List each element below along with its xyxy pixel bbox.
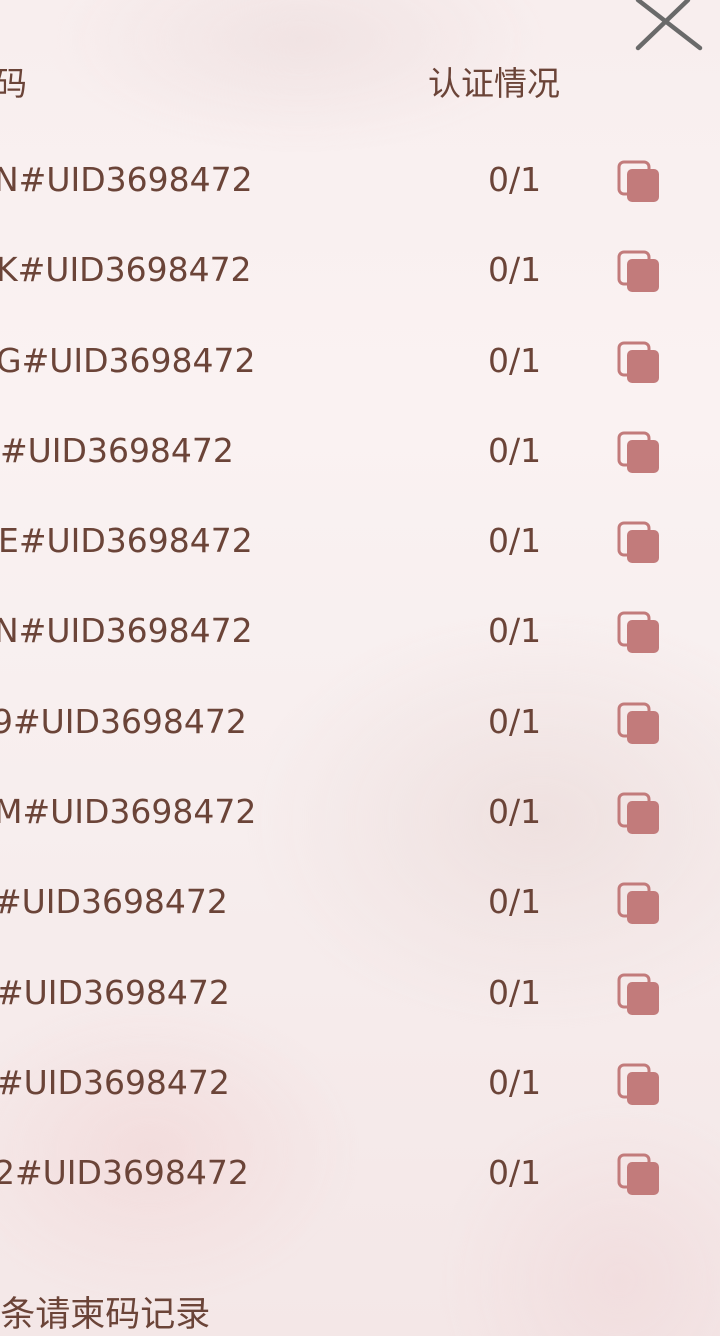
- invitation-code: M#UID3698472: [0, 792, 257, 832]
- table-row: K#UID3698472 0/1: [0, 226, 720, 316]
- verification-status: 0/1: [488, 1153, 542, 1193]
- verification-status: 0/1: [488, 1062, 542, 1102]
- copy-button[interactable]: [614, 790, 662, 836]
- copy-icon: [617, 160, 659, 202]
- copy-button[interactable]: [614, 339, 662, 385]
- copy-icon: [617, 792, 659, 835]
- invitation-code: N#UID3698472: [0, 160, 253, 199]
- invitation-code: #UID3698472: [0, 430, 234, 470]
- table-row: M#UID3698472 0/1: [0, 768, 720, 858]
- verification-status: 0/1: [488, 972, 542, 1012]
- copy-button[interactable]: [614, 1061, 662, 1107]
- table-row: N#UID3698472 0/1: [0, 587, 720, 677]
- copy-icon: [617, 521, 659, 564]
- copy-button[interactable]: [614, 429, 662, 475]
- verification-status: 0/1: [488, 430, 542, 470]
- table-row: N#UID3698472 0/1: [0, 136, 720, 226]
- verification-status: 0/1: [488, 792, 542, 832]
- invitation-code: E#UID3698472: [0, 521, 253, 561]
- close-button[interactable]: [632, 0, 708, 56]
- invitation-code: K#UID3698472: [0, 250, 252, 290]
- copy-icon: [617, 611, 659, 654]
- status-column-header: 认证情况: [428, 64, 560, 103]
- copy-button[interactable]: [614, 880, 662, 926]
- copy-button[interactable]: [614, 519, 662, 565]
- copy-button[interactable]: [614, 1151, 662, 1197]
- copy-icon: [617, 341, 659, 383]
- copy-icon: [617, 702, 659, 744]
- copy-button[interactable]: [614, 248, 662, 294]
- verification-status: 0/1: [488, 340, 542, 380]
- invitation-code: 9#UID3698472: [0, 701, 247, 741]
- table-row: #UID3698472 0/1: [0, 407, 720, 497]
- invitation-code: N#UID3698472: [0, 611, 253, 651]
- verification-status: 0/1: [488, 701, 542, 741]
- close-icon: [635, 0, 703, 51]
- verification-status: 0/1: [488, 250, 542, 290]
- table-row: 9#UID3698472 0/1: [0, 678, 720, 768]
- invitation-code: #UID3698472: [0, 882, 228, 922]
- copy-icon: [617, 973, 659, 1015]
- record-count-text: 0条请柬码记录: [0, 1295, 211, 1335]
- copy-button[interactable]: [614, 609, 662, 655]
- invitation-code: G#UID3698472: [0, 340, 256, 380]
- verification-status: 0/1: [488, 882, 542, 922]
- copy-button[interactable]: [614, 700, 662, 746]
- table-row: #UID3698472 0/1: [0, 949, 720, 1039]
- verification-status: 0/1: [488, 611, 542, 651]
- invitation-code: #UID3698472: [0, 972, 230, 1012]
- table-row: #UID3698472 0/1: [0, 1039, 720, 1129]
- copy-icon: [617, 882, 659, 925]
- table-row: 2#UID3698472 0/1: [0, 1129, 720, 1219]
- table-header: 码 认证情况: [0, 60, 720, 108]
- verification-status: 0/1: [488, 521, 542, 561]
- invitation-code-list: N#UID3698472 0/1 K#UID3698472 0/1 G#UID36984…: [0, 136, 720, 1220]
- invitation-code: #UID3698472: [0, 1062, 230, 1102]
- table-row: E#UID3698472 0/1: [0, 497, 720, 587]
- code-column-header: 码: [0, 64, 27, 103]
- copy-icon: [617, 1063, 659, 1105]
- copy-button[interactable]: [614, 158, 662, 204]
- table-row: G#UID3698472 0/1: [0, 317, 720, 407]
- verification-status: 0/1: [488, 160, 542, 199]
- copy-button[interactable]: [614, 971, 662, 1017]
- copy-icon: [617, 1153, 659, 1196]
- copy-icon: [617, 250, 659, 293]
- copy-icon: [617, 431, 659, 473]
- table-row: #UID3698472 0/1: [0, 858, 720, 948]
- invitation-code: 2#UID3698472: [0, 1153, 249, 1193]
